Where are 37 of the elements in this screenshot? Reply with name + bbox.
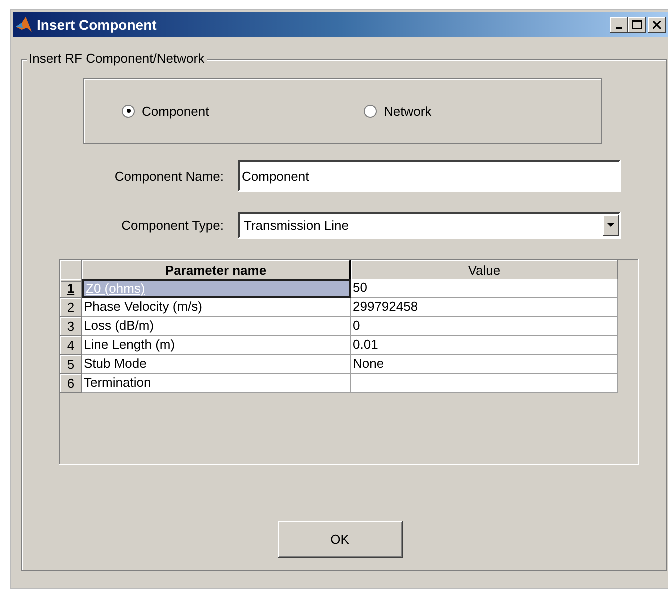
maximize-button[interactable] [628, 16, 646, 32]
minimize-button[interactable] [610, 16, 628, 32]
radio-button[interactable] [122, 104, 135, 118]
radio-option[interactable]: Component [122, 104, 364, 118]
window-title: Insert Component [37, 16, 158, 32]
row-number[interactable]: 4 [60, 336, 82, 355]
row-number[interactable]: 2 [60, 298, 82, 317]
table-cell[interactable]: 299792458 [351, 298, 618, 317]
table-cell[interactable]: Phase Velocity (m/s) [82, 298, 351, 317]
table-cell[interactable]: Loss (dB/m) [82, 317, 351, 336]
radio-label: Component [142, 104, 210, 118]
field-label: Component Name: [114, 168, 225, 184]
table-cell[interactable]: Stub Mode [82, 355, 351, 374]
row-number[interactable]: 1 [60, 279, 82, 298]
table-cell[interactable]: 0.01 [351, 336, 618, 355]
name-input-field[interactable]: Component [238, 160, 621, 192]
maximize-icon [632, 20, 642, 29]
table-cell[interactable]: Termination [82, 374, 351, 393]
table-cell[interactable] [351, 374, 618, 393]
close-button[interactable] [648, 16, 666, 32]
radio-label: Network [384, 104, 432, 118]
table-cell[interactable]: None [351, 355, 618, 374]
table-cell[interactable]: 50 [351, 279, 618, 298]
type-dropdown[interactable]: Transmission Line [238, 212, 621, 239]
close-icon [653, 20, 661, 28]
row-number[interactable]: 3 [60, 317, 82, 336]
minimize-icon [616, 26, 622, 28]
app-logo-icon [15, 16, 33, 34]
row-number[interactable]: 5 [60, 355, 82, 374]
field-label: Component Type: [120, 218, 225, 233]
radio-button[interactable] [364, 104, 377, 118]
table-cell[interactable]: 0 [351, 317, 618, 336]
ok-button[interactable]: OK [278, 521, 402, 558]
group-title: Insert RF Component/Network [27, 51, 207, 66]
radio-option[interactable]: Network [364, 104, 432, 118]
table-cell[interactable]: Line Length (m) [82, 336, 351, 355]
row-number[interactable]: 6 [60, 374, 82, 393]
